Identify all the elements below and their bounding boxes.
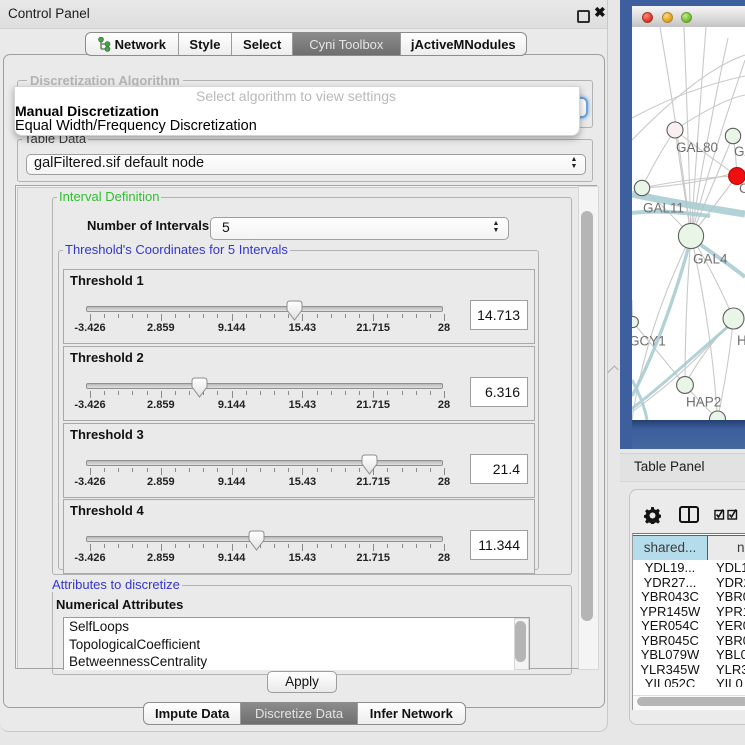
- svg-text:GAL4: GAL4: [693, 251, 728, 266]
- svg-text:GCY1: GCY1: [632, 334, 666, 349]
- svg-text:HAP2: HAP2: [686, 395, 721, 410]
- svg-text:GA: GA: [734, 144, 745, 159]
- svg-text:HI: HI: [737, 333, 745, 348]
- svg-text:GAL80: GAL80: [676, 140, 718, 155]
- svg-text:GAL11: GAL11: [643, 200, 684, 215]
- svg-text:CD: CD: [739, 181, 745, 196]
